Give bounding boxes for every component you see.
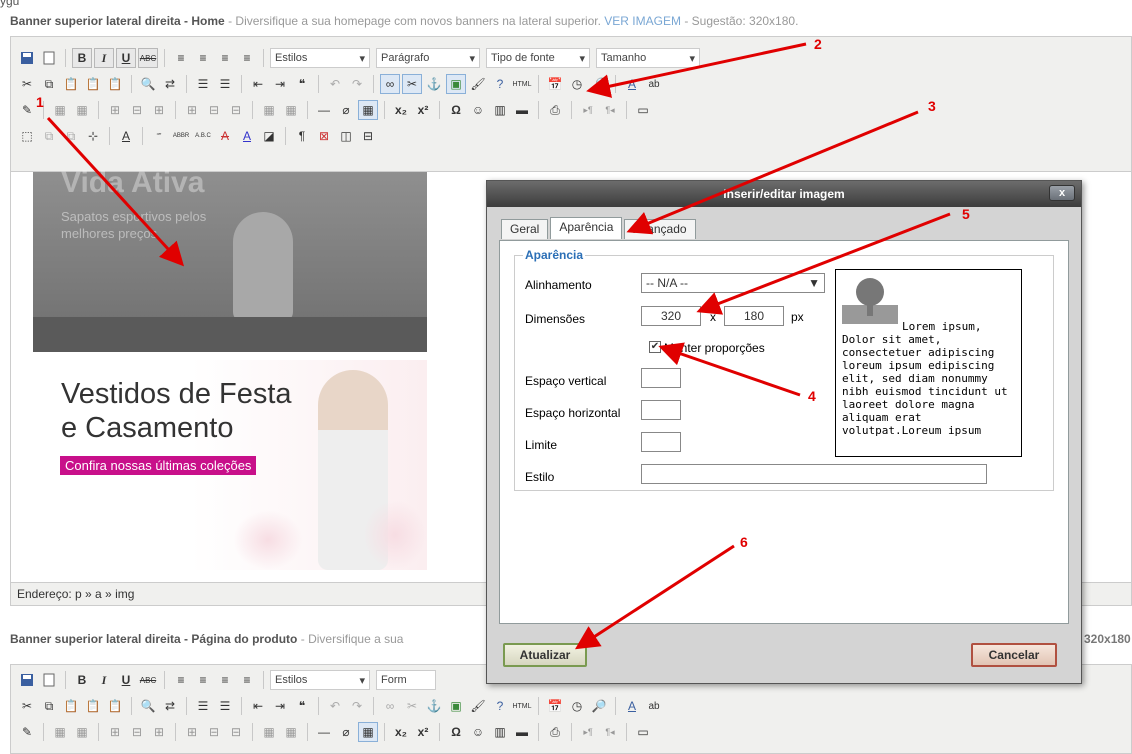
annotation-2: 2: [814, 36, 822, 52]
annotation-6: 6: [740, 534, 748, 550]
arrow-2: [586, 42, 807, 98]
annotation-1: 1: [36, 94, 44, 110]
arrow-4: [658, 342, 801, 397]
arrow-3: [626, 110, 919, 235]
arrow-1: [46, 116, 185, 267]
annotation-arrows: [46, 42, 951, 650]
arrow-5: [696, 212, 951, 315]
annotation-3: 3: [928, 98, 936, 114]
annotation-5: 5: [962, 206, 970, 222]
annotation-4: 4: [808, 388, 816, 404]
arrow-6: [574, 544, 735, 650]
